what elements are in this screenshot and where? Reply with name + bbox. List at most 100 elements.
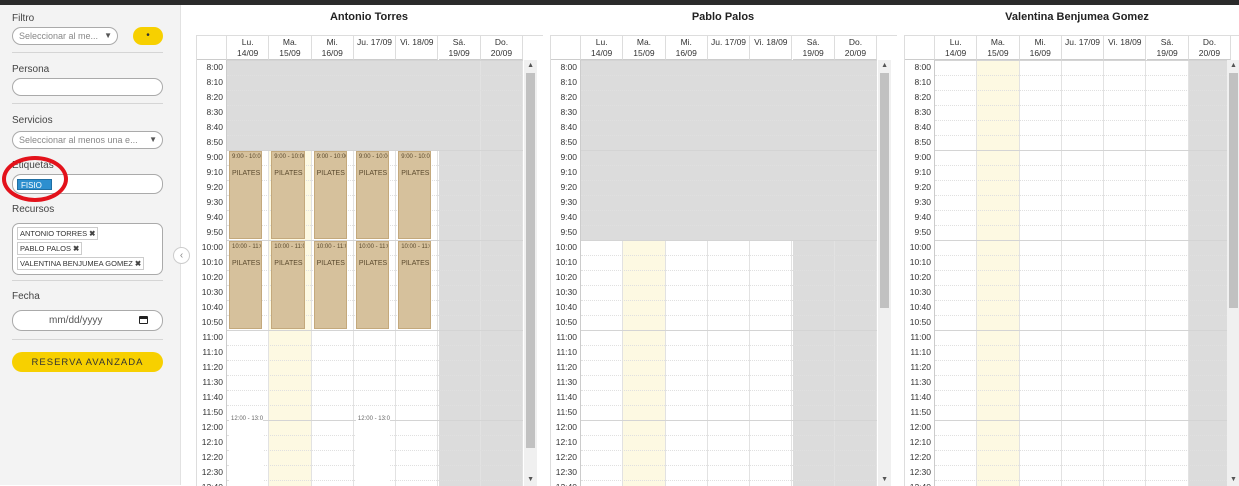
time-row-line [227,105,524,106]
scroll-down-icon[interactable]: ▼ [881,476,888,483]
scroll-up-icon[interactable]: ▲ [1230,62,1237,69]
time-label: 12:30 [909,467,931,477]
appointment-event[interactable]: 10:00 - 11:00 PILATES [398,241,432,329]
day-header[interactable]: Ju. 17/09 [707,36,751,60]
day-header-name: Ju. 17/09 [1065,37,1101,47]
time-row-line [935,225,1232,226]
time-label: 9:10 [206,167,223,177]
time-label: 12:10 [555,437,577,447]
day-header[interactable]: Do. 20/09 [480,36,524,60]
vertical-scrollbar[interactable]: ▲ ▼ [878,60,892,486]
day-column[interactable] [1061,60,1105,486]
scroll-down-icon[interactable]: ▼ [527,476,534,483]
time-row-line [581,420,878,421]
day-header-date: 15/09 [987,48,1009,58]
scroll-down-icon[interactable]: ▼ [1230,476,1237,483]
day-header[interactable]: Ma. 15/09 [623,36,666,60]
day-column[interactable] [438,60,481,486]
scroll-up-icon[interactable]: ▲ [881,62,888,69]
day-header[interactable]: Sá. 19/09 [1146,36,1189,60]
day-column[interactable] [1104,60,1147,486]
day-header[interactable]: Ju. 17/09 [1061,36,1105,60]
filtro-select[interactable]: Seleccionar al me... ▼ [12,27,118,45]
day-header[interactable]: Sá. 19/09 [792,36,835,60]
time-label: 9:50 [206,227,223,237]
day-header-name: Ma. [990,37,1006,47]
day-column[interactable] [977,60,1020,486]
day-header[interactable]: Lu. 14/09 [227,36,270,60]
time-row-line [935,435,1232,436]
appointment-event[interactable]: 9:00 - 10:00 PILATES [355,151,390,239]
appointment-event[interactable]: 9:00 - 10:00 PILATES [229,151,263,239]
remove-icon[interactable]: ✖ [89,229,95,238]
free-slot-event[interactable]: 12:00 - 13:00 [229,414,264,486]
time-label: 12:10 [909,437,931,447]
time-label: 10:20 [201,272,223,282]
time-row-line [935,330,1232,331]
recursos-multiselect[interactable]: ANTONIO TORRES ✖ PABLO PALOS ✖ VALENTINA B… [12,223,163,275]
day-header[interactable]: Mi. 16/09 [665,36,708,60]
day-header[interactable]: Mi. 16/09 [311,36,354,60]
time-label: 11:50 [556,407,577,417]
day-header[interactable]: Ma. 15/09 [269,36,312,60]
day-header[interactable]: Sá. 19/09 [438,36,481,60]
day-header[interactable]: Do. 20/09 [1188,36,1232,60]
time-row-line [581,315,878,316]
scrollbar-thumb[interactable] [526,73,536,448]
day-header[interactable]: Lu. 14/09 [581,36,624,60]
time-label: 11:40 [910,392,931,402]
time-label: 9:30 [206,197,223,207]
remove-icon[interactable]: ✖ [73,244,79,253]
persona-input[interactable] [12,78,163,96]
collapse-sidebar-icon[interactable]: ‹ [173,247,190,264]
day-header[interactable]: Vi. 18/09 [396,36,439,60]
time-label: 12:40 [556,482,577,486]
servicios-select[interactable]: Seleccionar al menos una e... ▼ [12,131,163,149]
time-label: 10:50 [909,317,931,327]
appointment-event[interactable]: 9:00 - 10:00 PILATES [398,151,432,239]
time-row-line [935,270,1232,271]
fecha-input[interactable]: mm/dd/yyyy [12,310,163,331]
free-slot-event[interactable]: 12:00 - 13:00 [355,414,391,486]
vertical-scrollbar[interactable]: ▲ ▼ [524,60,538,486]
appointment-event[interactable]: 10:00 - 11:00 PILATES [271,241,305,329]
day-column[interactable] [1188,60,1232,486]
time-row-line [581,375,878,376]
day-column[interactable] [1019,60,1062,486]
appointment-event[interactable]: 10:00 - 11:00 PILATES [229,241,263,329]
scrollbar-thumb[interactable] [1229,73,1238,308]
time-label: 8:40 [206,122,223,132]
recursos-label: Recursos [12,204,55,215]
day-header[interactable]: Ju. 17/09 [353,36,397,60]
appointment-event[interactable]: 9:00 - 10:00 PILATES [271,151,305,239]
appointment-event[interactable]: 9:00 - 10:00 PILATES [313,151,347,239]
appointment-event[interactable]: 10:00 - 11:00 PILATES [355,241,390,329]
scrollbar-thumb[interactable] [880,73,890,308]
time-label: 10:30 [201,287,223,297]
day-header[interactable]: Vi. 18/09 [750,36,793,60]
day-column[interactable] [480,60,524,486]
divider [12,52,163,53]
day-header[interactable]: Ma. 15/09 [977,36,1020,60]
time-row-line [581,330,878,331]
day-header[interactable]: Lu. 14/09 [935,36,978,60]
vertical-scrollbar[interactable]: ▲ ▼ [1227,60,1239,486]
time-label: 12:00 [555,422,577,432]
day-column[interactable] [1146,60,1189,486]
time-label: 11:20 [202,362,223,372]
calendar-icon[interactable] [139,316,148,324]
day-column[interactable] [935,60,978,486]
scroll-up-icon[interactable]: ▲ [527,62,534,69]
time-row-line [581,300,878,301]
time-row-line [227,120,524,121]
day-header[interactable]: Vi. 18/09 [1104,36,1147,60]
remove-icon[interactable]: ✖ [135,259,141,268]
time-row-line [227,345,524,346]
reserva-avanzada-button[interactable]: RESERVA AVANZADA [12,352,163,372]
day-header[interactable]: Do. 20/09 [834,36,878,60]
appointment-event[interactable]: 10:00 - 11:00 PILATES [313,241,347,329]
time-label: 11:10 [910,347,931,357]
day-header[interactable]: Mi. 16/09 [1019,36,1062,60]
filtro-apply-button[interactable]: • [133,27,163,45]
time-label: 10:00 [201,242,223,252]
